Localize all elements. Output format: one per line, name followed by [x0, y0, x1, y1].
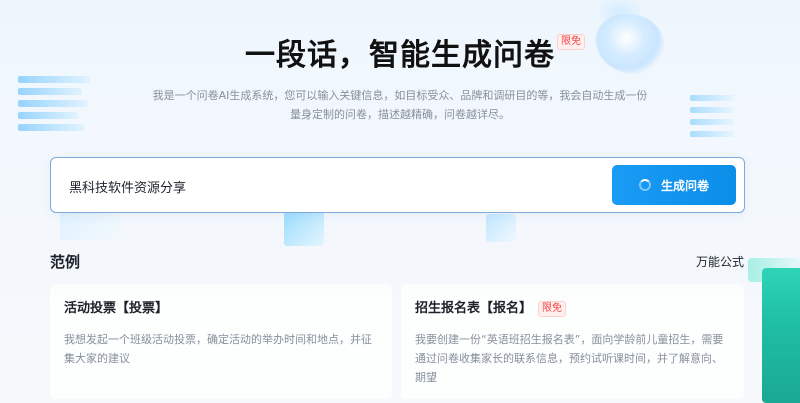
free-badge: 限免: [538, 301, 567, 317]
prompt-input[interactable]: [69, 173, 589, 199]
example-card-text: 我要创建一份“英语班招生报名表”，面向学龄前儿童招生，需要通过问卷收集家长的联系…: [415, 333, 724, 384]
teal-cube-decoration: [762, 268, 800, 403]
example-card-text: 我想发起一个班级活动投票，确定活动的举办时间和地点，并征集大家的建议: [64, 333, 372, 365]
examples-section-title: 范例: [50, 253, 81, 271]
universal-formula-link[interactable]: 万能公式: [696, 253, 744, 270]
example-card-title: 招生报名表【报名】 限免: [415, 300, 730, 318]
generate-questionnaire-button[interactable]: 生成问卷: [612, 165, 736, 205]
hero-header: 一段话，智能生成问卷 限免: [0, 30, 800, 74]
description-line-2: 量身定制的问卷，描述越精确，问卷越详尽。: [290, 108, 510, 121]
example-card-title: 活动投票【投票】: [64, 300, 378, 318]
glass-cube-decoration: [284, 212, 324, 246]
glass-cube-decoration-right: [486, 214, 516, 242]
example-card-vote[interactable]: 活动投票【投票】 我想发起一个班级活动投票，确定活动的举办时间和地点，并征集大家…: [50, 284, 392, 399]
example-card-enrollment[interactable]: 招生报名表【报名】 限免 我要创建一份“英语班招生报名表”，面向学龄前儿童招生，…: [401, 284, 744, 399]
page-description: 我是一个问卷AI生成系统，您可以输入关键信息，如目标受众、品牌和调研目的等，我会…: [0, 86, 800, 124]
example-card-title-text: 活动投票【投票】: [64, 301, 169, 316]
prompt-box: 生成问卷: [50, 157, 745, 213]
example-card-title-text: 招生报名表【报名】: [415, 301, 533, 316]
page-title: 一段话，智能生成问卷 限免: [245, 30, 585, 74]
description-line-1: 我是一个问卷AI生成系统，您可以输入关键信息，如目标受众、品牌和调研目的等，我会…: [152, 89, 648, 102]
free-badge: 限免: [557, 34, 585, 50]
generate-button-label: 生成问卷: [660, 178, 709, 193]
page-title-text: 一段话，智能生成问卷: [245, 38, 555, 73]
loading-spinner-icon: [638, 179, 651, 191]
sparkle-decoration: [600, 0, 640, 24]
teal-cube-top-decoration: [748, 258, 800, 282]
